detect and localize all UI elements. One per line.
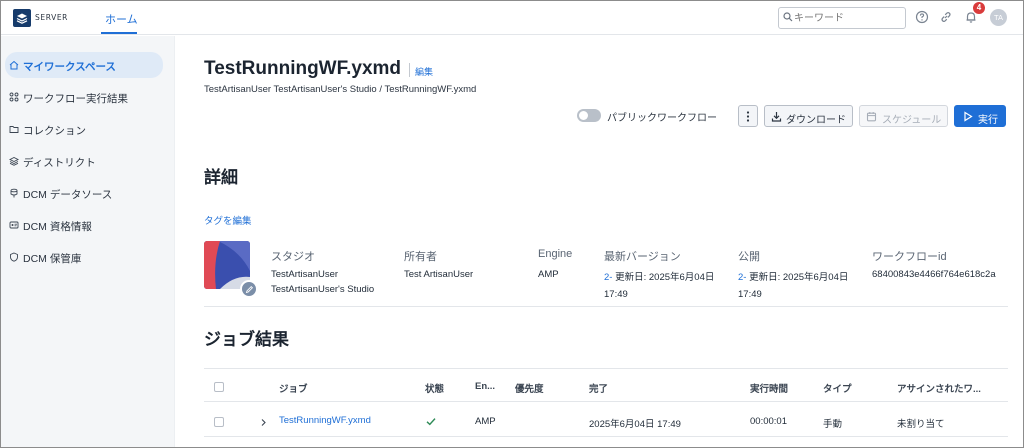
job-completed: 2025年6月04日 17:49 xyxy=(589,419,681,430)
breadcrumb: TestArtisanUser TestArtisanUser's Studio… xyxy=(204,84,477,95)
jobs-heading: ジョブ結果 xyxy=(204,330,289,349)
pencil-icon xyxy=(245,285,254,294)
job-duration: 00:00:01 xyxy=(750,416,787,427)
search-icon xyxy=(783,12,793,22)
download-icon xyxy=(771,112,782,122)
folder-icon xyxy=(9,126,19,133)
section-divider xyxy=(204,306,1008,307)
public-workflow-label: パブリックワークフロー xyxy=(607,113,717,124)
top-bar: SERVER ホーム 4 TA xyxy=(1,1,1023,35)
details-heading: 詳細 xyxy=(204,168,238,187)
studio-value-line1: TestArtisanUser xyxy=(271,269,339,280)
play-icon xyxy=(964,111,973,122)
table-top-border xyxy=(204,368,1008,369)
toggle-knob xyxy=(579,111,588,120)
sidebar-item-dcm-vault[interactable]: DCM 保管庫 xyxy=(5,244,163,270)
download-button[interactable]: ダウンロード xyxy=(764,105,853,127)
workflow-results-icon xyxy=(9,92,19,102)
search-input[interactable] xyxy=(794,10,902,26)
job-assigned: 未割り当て xyxy=(897,419,945,430)
home-icon xyxy=(9,60,19,70)
column-header-priority[interactable]: 優先度 xyxy=(515,381,544,395)
sidebar-item-districts[interactable]: ディストリクト xyxy=(5,148,163,174)
published-header: 公開 xyxy=(738,251,760,263)
latest-version-time: 17:49 xyxy=(604,289,628,300)
nav-home[interactable]: ホーム xyxy=(105,11,138,27)
page-title: TestRunningWF.yxmd xyxy=(204,58,402,79)
column-header-type[interactable]: タイプ xyxy=(823,381,852,395)
sidebar-item-label: DCM 資格情報 xyxy=(23,221,92,233)
column-header-job[interactable]: ジョブ xyxy=(279,381,308,395)
schedule-button[interactable]: スケジュール xyxy=(859,105,948,127)
sidebar-item-my-workspace[interactable]: マイワークスペース xyxy=(5,52,163,78)
nav-home-active-indicator xyxy=(101,32,137,34)
published-updated: 更新日: 2025年6月04日 xyxy=(746,272,849,283)
engine-value: AMP xyxy=(538,269,559,280)
latest-version-updated: 更新日: 2025年6月04日 xyxy=(612,272,715,283)
schedule-label: スケジュール xyxy=(882,115,942,126)
job-type: 手動 xyxy=(823,419,843,430)
public-workflow-toggle[interactable] xyxy=(577,109,601,122)
column-header-completed[interactable]: 完了 xyxy=(589,381,608,395)
published-value: 2- 更新日: 2025年6月04日 xyxy=(738,269,848,283)
edit-tags-link[interactable]: タグを編集 xyxy=(204,213,252,227)
select-all-checkbox[interactable] xyxy=(214,382,224,392)
sidebar-item-label: ワークフロー実行結果 xyxy=(23,93,128,105)
published-time: 17:49 xyxy=(738,289,762,300)
run-label: 実行 xyxy=(978,115,998,126)
main-content: TestRunningWF.yxmd 編集 TestArtisanUser Te… xyxy=(176,36,1023,447)
edit-title-link[interactable]: 編集 xyxy=(415,65,433,78)
sidebar-item-label: コレクション xyxy=(23,125,86,137)
studio-value-line2: TestArtisanUser's Studio xyxy=(271,284,375,295)
search-box[interactable] xyxy=(778,7,906,29)
calendar-icon xyxy=(866,112,877,122)
latest-version-header: 最新バージョン xyxy=(604,251,681,263)
sidebar-item-workflow-results[interactable]: ワークフロー実行結果 xyxy=(5,84,163,110)
app-window: SERVER ホーム 4 TA xyxy=(0,0,1024,448)
link-icon[interactable] xyxy=(939,10,953,24)
layers-icon xyxy=(9,156,19,166)
column-header-duration[interactable]: 実行時間 xyxy=(750,381,788,395)
datasource-icon xyxy=(10,188,18,198)
notification-badge: 4 xyxy=(973,2,985,14)
sidebar-item-collections[interactable]: コレクション xyxy=(5,116,163,142)
title-divider xyxy=(409,63,410,77)
column-header-assigned[interactable]: アサインされたワ... xyxy=(897,381,981,395)
sidebar-item-label: マイワークスペース xyxy=(23,61,116,73)
more-options-button[interactable] xyxy=(738,105,758,127)
download-label: ダウンロード xyxy=(786,115,846,126)
vault-icon xyxy=(10,252,18,262)
credentials-icon xyxy=(9,221,19,229)
latest-version-value: 2- 更新日: 2025年6月04日 xyxy=(604,269,714,283)
sidebar-item-label: DCM データソース xyxy=(23,189,113,201)
table-row-border xyxy=(204,436,1008,437)
run-button[interactable]: 実行 xyxy=(954,105,1006,127)
workflow-id-value: 68400843e4466f764e618c2a xyxy=(872,269,996,280)
server-logo-icon[interactable] xyxy=(13,9,31,27)
edit-thumbnail-button[interactable] xyxy=(240,280,258,298)
engine-header: Engine xyxy=(538,248,573,260)
workflow-id-header: ワークフローid xyxy=(872,251,947,263)
sidebar: マイワークスペース ワークフロー実行結果 コレクション ディストリクト DCM … xyxy=(1,36,175,447)
sidebar-item-dcm-datasource[interactable]: DCM データソース xyxy=(5,180,163,206)
help-icon[interactable] xyxy=(915,10,929,24)
owner-value: Test ArtisanUser xyxy=(404,269,474,280)
owner-header: 所有者 xyxy=(404,251,437,263)
job-engine: AMP xyxy=(475,416,496,427)
kebab-icon xyxy=(746,111,750,122)
row-checkbox[interactable] xyxy=(214,417,224,427)
column-header-engine[interactable]: En... xyxy=(475,381,495,392)
job-name-link[interactable]: TestRunningWF.yxmd xyxy=(279,415,371,426)
sidebar-item-dcm-credentials[interactable]: DCM 資格情報 xyxy=(5,212,163,238)
avatar[interactable]: TA xyxy=(990,9,1007,26)
column-header-status[interactable]: 状態 xyxy=(425,381,444,395)
check-icon xyxy=(426,418,436,426)
studio-header: スタジオ xyxy=(271,251,315,263)
sidebar-item-label: ディストリクト xyxy=(23,157,96,169)
chevron-right-icon[interactable] xyxy=(260,418,267,427)
logo-text: SERVER xyxy=(35,13,68,22)
table-header-border xyxy=(204,401,1008,402)
sidebar-item-label: DCM 保管庫 xyxy=(23,253,82,265)
